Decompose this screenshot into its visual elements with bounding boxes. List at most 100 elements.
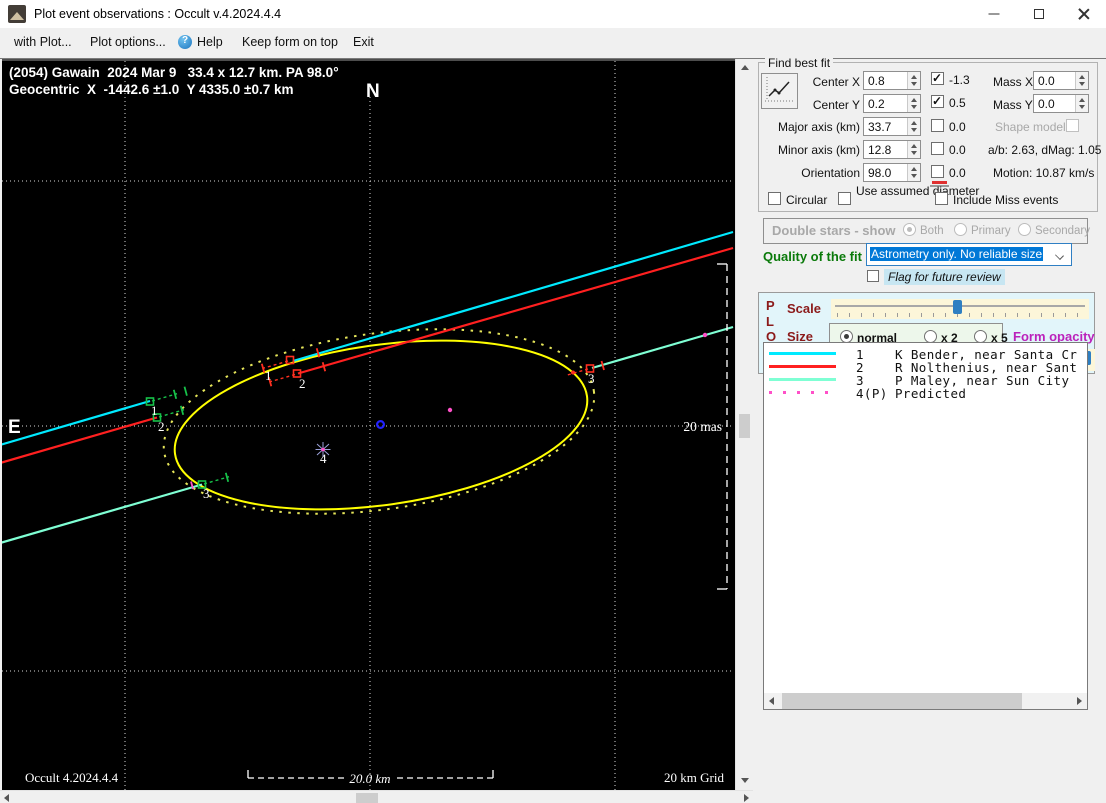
major-err-checkbox[interactable] bbox=[931, 119, 944, 132]
circular-checkbox[interactable] bbox=[768, 192, 781, 205]
plot-letter-p: P bbox=[766, 298, 775, 313]
flag-review-checkbox[interactable] bbox=[867, 270, 879, 282]
shape-model-checkbox bbox=[1066, 119, 1079, 132]
observer-name: Predicted bbox=[895, 386, 967, 401]
secondary-radio bbox=[1018, 223, 1031, 236]
spinner-arrows-icon[interactable] bbox=[907, 95, 920, 112]
quality-label: Quality of the fit bbox=[763, 249, 862, 264]
circular-label: Circular bbox=[786, 193, 828, 207]
minor-err-checkbox[interactable] bbox=[931, 142, 944, 155]
app-window: Plot event observations : Occult v.4.202… bbox=[0, 0, 1106, 803]
menu-with-plot[interactable]: with Plot... bbox=[14, 35, 72, 49]
center-x-err-label: -1.3 bbox=[949, 73, 970, 87]
maximize-icon bbox=[1033, 9, 1044, 19]
mas-scale-label: 20 mas bbox=[683, 419, 722, 434]
center-y-err-checkbox[interactable] bbox=[931, 94, 944, 108]
occultation-plot[interactable]: 1 2 3 1 2 3 4 20 mas 20.0 km Occult 4.20… bbox=[2, 59, 735, 790]
mass-x-input[interactable]: 0.0 bbox=[1033, 71, 1089, 90]
scroll-left-icon[interactable] bbox=[769, 697, 774, 705]
major-axis-value: 33.7 bbox=[868, 120, 892, 134]
predicted-label: 4 bbox=[320, 451, 327, 466]
center-y-err-label: 0.5 bbox=[949, 96, 966, 110]
window-title: Plot event observations : Occult v.4.202… bbox=[34, 7, 282, 21]
list-item[interactable]: 2 R Nolthenius, near Sant bbox=[764, 360, 1087, 375]
close-button[interactable] bbox=[1061, 0, 1106, 28]
include-miss-checkbox[interactable] bbox=[935, 192, 948, 205]
help-icon[interactable] bbox=[178, 35, 192, 49]
spinner-arrows-icon[interactable] bbox=[907, 141, 920, 158]
primary-radio bbox=[954, 223, 967, 236]
orientation-input[interactable]: 98.0 bbox=[863, 163, 921, 182]
plot-vertical-scrollbar[interactable] bbox=[735, 59, 752, 790]
minor-err-label: 0.0 bbox=[949, 143, 966, 157]
orientation-err-checkbox[interactable] bbox=[931, 165, 944, 178]
menu-exit[interactable]: Exit bbox=[353, 35, 374, 49]
center-x-input[interactable]: 0.8 bbox=[863, 71, 921, 90]
scale-slider-thumb[interactable] bbox=[953, 300, 962, 314]
chevron-down-icon[interactable] bbox=[1055, 251, 1064, 260]
scroll-left-icon[interactable] bbox=[4, 794, 9, 802]
spinner-arrows-icon[interactable] bbox=[907, 164, 920, 181]
north-label: N bbox=[366, 81, 380, 102]
minimize-button[interactable] bbox=[971, 0, 1016, 28]
center-x-err-checkbox[interactable] bbox=[931, 71, 944, 85]
scroll-right-icon[interactable] bbox=[1077, 697, 1082, 705]
orientation-value: 98.0 bbox=[868, 166, 892, 180]
use-assumed-label: Use assumed diameter bbox=[856, 184, 980, 198]
close-icon bbox=[1078, 8, 1090, 20]
observer-number: 4(P) bbox=[856, 386, 888, 401]
vscroll-thumb[interactable] bbox=[739, 414, 750, 438]
hscroll-thumb[interactable] bbox=[356, 793, 378, 803]
quality-combobox[interactable]: Astrometry only. No reliable size bbox=[866, 243, 1072, 266]
chord3-r-label: 3 bbox=[203, 486, 210, 501]
km-scale-label: 20.0 km bbox=[349, 771, 390, 786]
plot-top-edge bbox=[2, 59, 735, 61]
mass-y-label: Mass Y bbox=[993, 98, 1033, 112]
spinner-arrows-icon[interactable] bbox=[907, 118, 920, 135]
minimize-icon bbox=[988, 13, 999, 15]
major-axis-input[interactable]: 33.7 bbox=[863, 117, 921, 136]
shape-model-label: Shape model bbox=[995, 120, 1066, 134]
list-item[interactable]: 3 P Maley, near Sun City bbox=[764, 373, 1087, 388]
maximize-button[interactable] bbox=[1016, 0, 1061, 28]
major-axis-label: Major axis (km) bbox=[777, 120, 860, 134]
predicted-dotted-swatch bbox=[769, 391, 836, 394]
title-bar: Plot event observations : Occult v.4.202… bbox=[0, 0, 1106, 28]
plot-horizontal-scrollbar[interactable] bbox=[0, 790, 753, 803]
mass-y-input[interactable]: 0.0 bbox=[1033, 94, 1089, 113]
list-item[interactable]: 1 K Bender, near Santa Cr bbox=[764, 347, 1087, 362]
mass-y-value: 0.0 bbox=[1038, 97, 1055, 111]
plot-title-line2: Geocentric X -1442.6 ±1.0 Y 4335.0 ±0.7 … bbox=[9, 82, 294, 97]
spinner-arrows-icon[interactable] bbox=[1075, 95, 1088, 112]
scale-slider[interactable] bbox=[831, 299, 1089, 319]
spinner-arrows-icon[interactable] bbox=[907, 72, 920, 89]
scroll-right-icon[interactable] bbox=[744, 794, 749, 802]
use-assumed-checkbox[interactable] bbox=[838, 192, 851, 205]
menu-plot-options[interactable]: Plot options... bbox=[90, 35, 166, 49]
observer-list-scrollbar[interactable] bbox=[764, 693, 1087, 709]
minor-axis-value: 12.8 bbox=[868, 143, 892, 157]
chord2-d-label: 2 bbox=[299, 376, 306, 391]
legend-scroll-thumb[interactable] bbox=[782, 693, 1022, 709]
center-x-label: Center X bbox=[812, 75, 860, 89]
observer-list[interactable]: 1 K Bender, near Santa Cr 2 R Nolthenius… bbox=[763, 342, 1088, 710]
center-y-label: Center Y bbox=[812, 98, 860, 112]
quality-value: Astrometry only. No reliable size bbox=[870, 247, 1044, 261]
center-y-input[interactable]: 0.2 bbox=[863, 94, 921, 113]
list-item[interactable]: 4(P) Predicted bbox=[764, 386, 1087, 401]
menu-keep-form-on-top[interactable]: Keep form on top bbox=[242, 35, 338, 49]
chord3-d-label: 3 bbox=[588, 371, 595, 386]
chord1-r-label: 1 bbox=[151, 403, 158, 418]
scroll-up-icon[interactable] bbox=[741, 65, 749, 70]
scroll-down-icon[interactable] bbox=[741, 778, 749, 783]
menu-help[interactable]: Help bbox=[197, 35, 223, 49]
scale-label: Scale bbox=[787, 301, 821, 316]
minor-axis-label: Minor axis (km) bbox=[777, 143, 860, 157]
minor-axis-input[interactable]: 12.8 bbox=[863, 140, 921, 159]
chord3-red-dot bbox=[571, 370, 575, 375]
spinner-arrows-icon[interactable] bbox=[1075, 72, 1088, 89]
grid-scale-label: 20 km Grid bbox=[664, 770, 724, 785]
plot-letter-l: L bbox=[766, 314, 774, 329]
orientation-err-label: 0.0 bbox=[949, 166, 966, 180]
both-radio bbox=[903, 223, 916, 236]
